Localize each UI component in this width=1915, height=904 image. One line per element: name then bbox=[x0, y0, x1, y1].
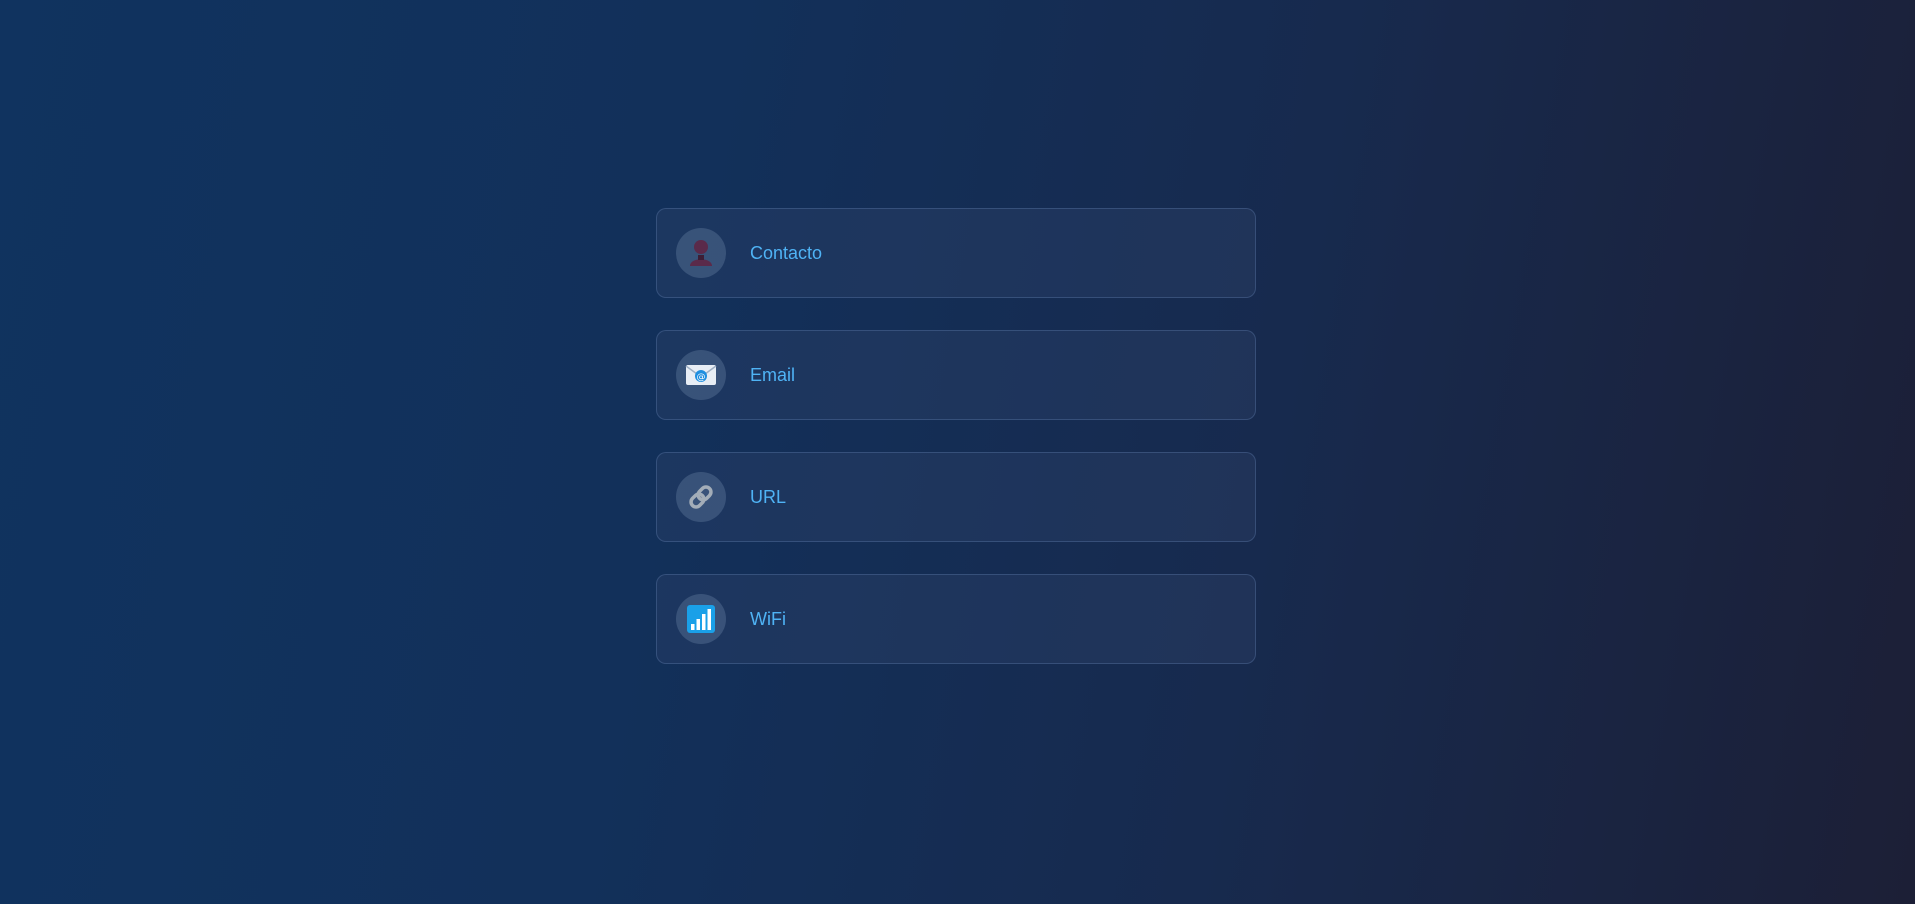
option-email[interactable]: @ Email bbox=[656, 330, 1256, 420]
option-label: URL bbox=[750, 486, 787, 507]
svg-text:@: @ bbox=[697, 373, 706, 383]
wifi-signal-icon bbox=[676, 594, 726, 644]
option-contact[interactable]: Contacto bbox=[656, 208, 1256, 298]
option-label: WiFi bbox=[750, 608, 786, 629]
option-label: Email bbox=[750, 364, 796, 385]
contact-icon bbox=[676, 228, 726, 278]
link-icon bbox=[676, 472, 726, 522]
qr-type-options: Contacto @ Email URL WiFi bbox=[656, 208, 1256, 696]
option-url[interactable]: URL bbox=[656, 452, 1256, 542]
option-label: Contacto bbox=[750, 242, 823, 263]
option-wifi[interactable]: WiFi bbox=[656, 574, 1256, 664]
email-icon: @ bbox=[676, 350, 726, 400]
